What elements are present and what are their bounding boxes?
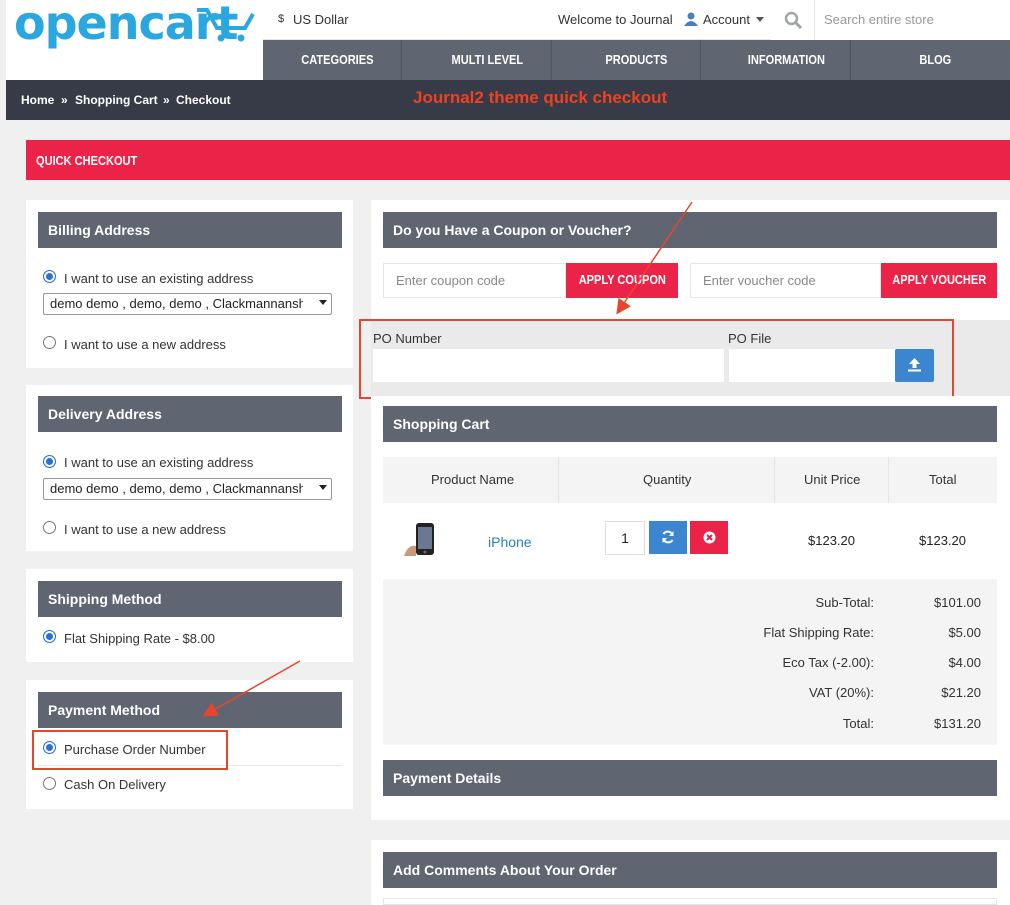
comments-textarea[interactable] [383, 898, 997, 905]
apply-voucher-button[interactable]: APPLY VOUCHER [881, 263, 997, 298]
quantity-input[interactable]: 1 [605, 521, 645, 555]
shipping-total-value: $5.00 [948, 625, 981, 640]
annotation-highlight-po [359, 319, 954, 399]
breadcrumb-separator: » [61, 93, 68, 107]
remove-item-button[interactable] [690, 521, 728, 554]
delivery-new-label: I want to use a new address [64, 522, 226, 537]
refresh-icon [662, 530, 674, 544]
subtotal-value: $101.00 [934, 595, 981, 610]
delivery-address-select[interactable]: demo demo , demo, demo , Clackmannanshir… [43, 478, 332, 500]
user-icon [684, 12, 698, 29]
search-placeholder: Search entire store [824, 12, 934, 27]
apply-coupon-label: APPLY COUPON [578, 272, 666, 287]
nav-categories[interactable]: CATEGORIES [274, 40, 402, 80]
cart-heading: Shopping Cart [383, 406, 997, 442]
cart-logo-icon [197, 8, 255, 42]
billing-heading: Billing Address [38, 212, 342, 248]
delivery-heading: Delivery Address [38, 396, 342, 432]
chevron-down-icon [756, 17, 764, 22]
currency-selector[interactable]: US Dollar [293, 12, 349, 27]
payment-cod-label: Cash On Delivery [64, 777, 166, 792]
remove-icon [703, 531, 716, 544]
delivery-existing-radio[interactable] [43, 455, 56, 468]
payment-cod-radio[interactable] [43, 777, 56, 790]
currency-symbol: $ [278, 13, 285, 25]
search-icon [784, 11, 802, 29]
quantity-value: 1 [621, 530, 629, 546]
update-quantity-button[interactable] [649, 521, 687, 554]
breadcrumb-shopping-cart[interactable]: Shopping Cart [75, 93, 158, 107]
product-thumbnail[interactable] [402, 520, 442, 560]
eco-tax-label: Eco Tax (-2.00): [782, 655, 874, 670]
shipping-total-label: Flat Shipping Rate: [763, 625, 874, 640]
page-title: QUICK CHECKOUT [36, 153, 138, 168]
breadcrumb-home[interactable]: Home [21, 93, 54, 107]
chevron-down-icon [319, 300, 327, 305]
nav-blog[interactable]: BLOG [873, 40, 999, 80]
payment-details-heading: Payment Details [383, 760, 997, 796]
col-total: Total [929, 472, 957, 487]
col-quantity: Quantity [643, 472, 692, 487]
unit-price: $123.20 [808, 533, 855, 548]
grand-total-label: Total: [842, 716, 874, 731]
annotation-highlight-payment [32, 730, 228, 770]
col-unit-price: Unit Price [804, 472, 861, 487]
coupon-placeholder: Enter coupon code [396, 273, 506, 288]
vat-value: $21.20 [941, 685, 981, 700]
shipping-flat-label: Flat Shipping Rate - $8.00 [64, 631, 216, 646]
col-product-name: Product Name [431, 472, 515, 487]
apply-voucher-label: APPLY VOUCHER [892, 272, 986, 287]
comments-heading: Add Comments About Your Order [383, 852, 997, 888]
grand-total-value: $131.20 [934, 716, 981, 731]
shipping-heading: Shipping Method [38, 581, 342, 617]
vat-label: VAT (20%): [808, 685, 874, 700]
breadcrumb-checkout[interactable]: Checkout [176, 93, 231, 107]
logo-area[interactable]: opencart [6, 0, 263, 80]
breadcrumb-separator: » [163, 93, 170, 107]
coupon-heading: Do you Have a Coupon or Voucher? [383, 212, 997, 248]
search-button[interactable] [771, 0, 814, 40]
delivery-address-value: demo demo , demo, demo , Clackmannanshir… [50, 481, 321, 496]
page-title-bar [26, 140, 1010, 180]
payment-heading: Payment Method [38, 692, 342, 728]
nav-multi-level[interactable]: MULTI LEVEL [424, 40, 551, 80]
voucher-input[interactable]: Enter voucher code [690, 263, 881, 298]
line-total: $123.20 [919, 533, 966, 548]
annotation-title: Journal2 theme quick checkout [413, 88, 668, 107]
apply-coupon-button[interactable]: APPLY COUPON [566, 263, 678, 298]
product-link[interactable]: iPhone [488, 534, 532, 550]
nav-products[interactable]: PRODUCTS [573, 40, 701, 80]
billing-address-select[interactable]: demo demo , demo, demo , Clackmannanshir… [43, 293, 332, 315]
voucher-placeholder: Enter voucher code [703, 273, 816, 288]
billing-address-value: demo demo , demo, demo , Clackmannanshir… [50, 296, 321, 311]
nav-information[interactable]: INFORMATION [723, 40, 851, 80]
account-menu[interactable]: Account [703, 12, 750, 27]
coupon-input[interactable]: Enter coupon code [383, 263, 566, 298]
billing-existing-radio[interactable] [43, 270, 56, 283]
subtotal-label: Sub-Total: [815, 595, 874, 610]
search-input[interactable]: Search entire store [814, 0, 1010, 40]
shipping-flat-radio[interactable] [43, 630, 56, 643]
billing-new-radio[interactable] [43, 336, 56, 349]
eco-tax-value: $4.00 [948, 655, 981, 670]
billing-new-label: I want to use a new address [64, 337, 226, 352]
main-nav: CATEGORIES MULTI LEVEL PRODUCTS INFORMAT… [263, 40, 1010, 80]
welcome-text: Welcome to Journal [558, 12, 673, 27]
billing-existing-label: I want to use an existing address [64, 271, 254, 286]
delivery-new-radio[interactable] [43, 521, 56, 534]
chevron-down-icon [319, 485, 327, 490]
delivery-existing-label: I want to use an existing address [64, 455, 254, 470]
